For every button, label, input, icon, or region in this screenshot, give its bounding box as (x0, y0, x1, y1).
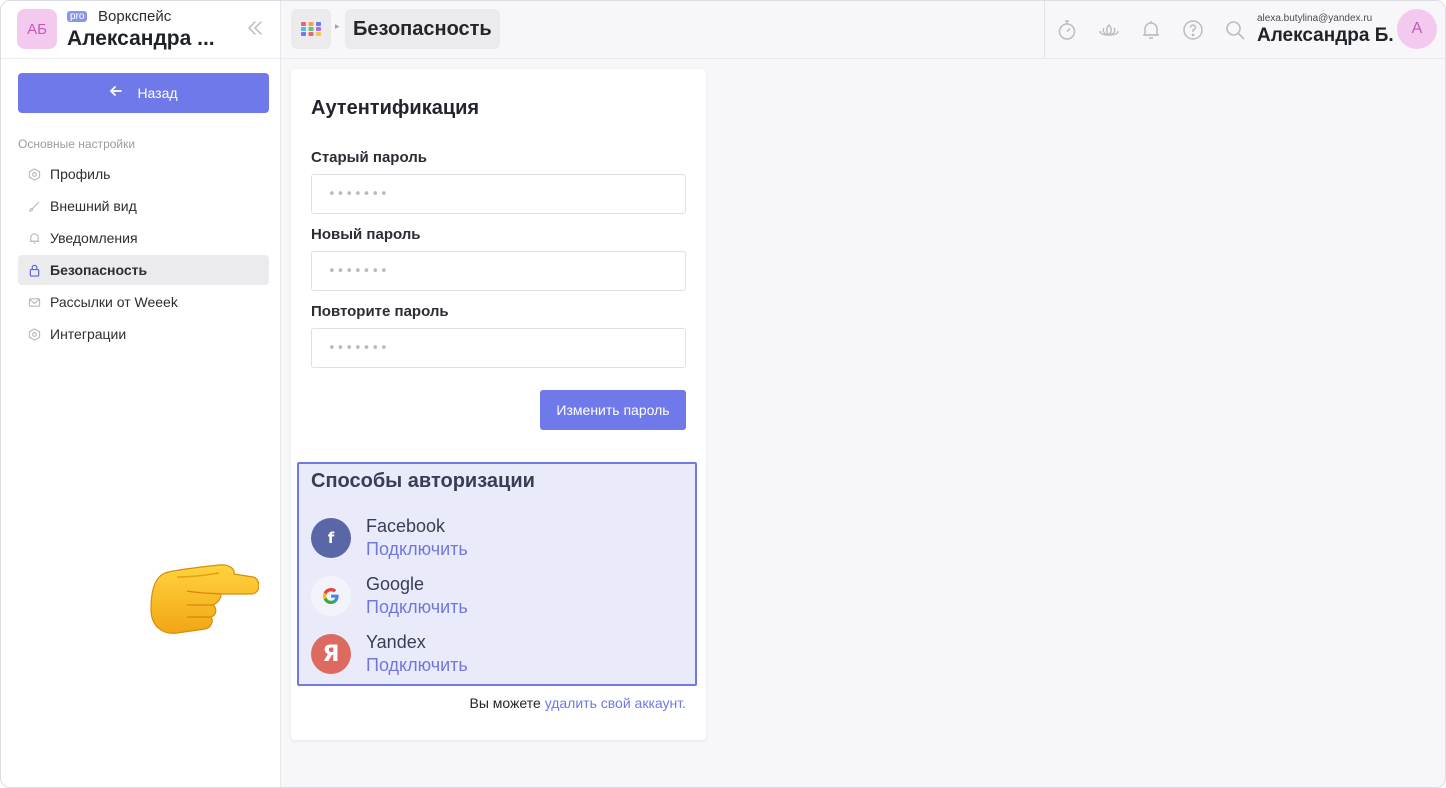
bell-icon (27, 231, 41, 245)
sidebar-item-security[interactable]: Безопасность (18, 255, 269, 285)
provider-facebook: f Facebook Подключить (311, 516, 681, 562)
sidebar-item-appearance[interactable]: Внешний вид (18, 191, 269, 221)
sidebar-item-label: Интеграции (50, 326, 127, 342)
provider-google: Google Подключить (311, 574, 681, 620)
settings-nav: Профиль Внешний вид Уведомления Безопасн… (18, 159, 269, 351)
pointing-hand-icon (147, 561, 260, 637)
sidebar-item-notifications[interactable]: Уведомления (18, 223, 269, 253)
delete-account-link[interactable]: удалить свой аккаунт. (545, 695, 686, 711)
mail-icon (27, 295, 41, 309)
sidebar-item-label: Уведомления (50, 230, 138, 246)
sidebar-item-label: Профиль (50, 166, 111, 182)
sidebar-item-profile[interactable]: Профиль (18, 159, 269, 189)
sidebar-item-label: Внешний вид (50, 198, 137, 214)
sidebar-item-newsletters[interactable]: Рассылки от Weeek (18, 287, 269, 317)
section-title: Основные настройки (18, 137, 136, 151)
connect-google-link[interactable]: Подключить (366, 597, 468, 618)
user-email: alexa.butylina@yandex.ru (1257, 13, 1373, 24)
back-button[interactable]: Назад (18, 73, 269, 113)
connect-facebook-link[interactable]: Подключить (366, 539, 468, 560)
google-icon (311, 576, 351, 616)
provider-name: Google (366, 574, 425, 594)
brush-icon (27, 199, 41, 213)
help-icon[interactable] (1181, 18, 1205, 42)
yandex-icon: Я (311, 634, 351, 674)
settings-sidebar: АБ pro Воркспейс Александра ... Назад Ос… (1, 1, 281, 787)
new-password-input[interactable]: ••••••• (311, 251, 686, 291)
app-window: АБ pro Воркспейс Александра ... Назад Ос… (0, 0, 1446, 788)
auth-methods-section: Способы авторизации f Facebook Подключит… (297, 462, 697, 686)
delete-account-line: Вы можете удалить свой аккаунт. (470, 695, 686, 711)
divider (1044, 1, 1045, 58)
security-card: Аутентификация Старый пароль ••••••• Нов… (291, 69, 706, 740)
stopwatch-icon[interactable] (1055, 18, 1079, 42)
bell-icon[interactable] (1139, 18, 1163, 42)
breadcrumb[interactable]: Безопасность (345, 9, 500, 49)
top-bar: ▸ Безопасность alexa.butylina@yandex.ru … (281, 1, 1445, 59)
arrow-left-icon (109, 84, 123, 102)
old-password-label: Старый пароль (311, 149, 427, 166)
lock-icon (27, 263, 41, 277)
hexagon-icon (27, 327, 41, 341)
apps-grid-button[interactable] (291, 9, 331, 49)
connect-yandex-link[interactable]: Подключить (366, 655, 468, 676)
user-name[interactable]: Александра Б. (1257, 25, 1394, 47)
hexagon-icon (27, 167, 41, 181)
pro-badge: pro (67, 11, 88, 22)
repeat-password-label: Повторите пароль (311, 303, 449, 320)
change-password-button[interactable]: Изменить пароль (540, 390, 686, 430)
provider-name: Facebook (366, 516, 446, 536)
new-password-label: Новый пароль (311, 226, 421, 243)
workspace-header[interactable]: АБ pro Воркспейс Александра ... (1, 1, 281, 59)
search-icon[interactable] (1223, 18, 1247, 42)
back-button-label: Назад (137, 85, 178, 101)
collapse-sidebar-icon[interactable] (244, 17, 266, 39)
old-password-input[interactable]: ••••••• (311, 174, 686, 214)
sidebar-item-integrations[interactable]: Интеграции (18, 319, 269, 349)
repeat-password-input[interactable]: ••••••• (311, 328, 686, 368)
grid-icon (301, 22, 321, 36)
workspace-label: Воркспейс (98, 8, 172, 25)
sidebar-item-label: Безопасность (50, 262, 148, 278)
user-avatar[interactable]: A (1397, 9, 1437, 49)
delete-account-prefix: Вы можете (469, 695, 545, 711)
sidebar-item-label: Рассылки от Weeek (50, 294, 178, 310)
provider-name: Yandex (366, 632, 426, 652)
auth-methods-title: Способы авторизации (311, 470, 535, 492)
provider-yandex: Я Yandex Подключить (311, 632, 681, 678)
workspace-name: Александра ... (67, 27, 215, 50)
chevron-right-icon: ▸ (335, 21, 340, 31)
workspace-avatar: АБ (17, 9, 57, 49)
facebook-icon: f (311, 518, 351, 558)
lotus-icon[interactable] (1097, 18, 1121, 42)
authentication-title: Аутентификация (311, 97, 480, 119)
